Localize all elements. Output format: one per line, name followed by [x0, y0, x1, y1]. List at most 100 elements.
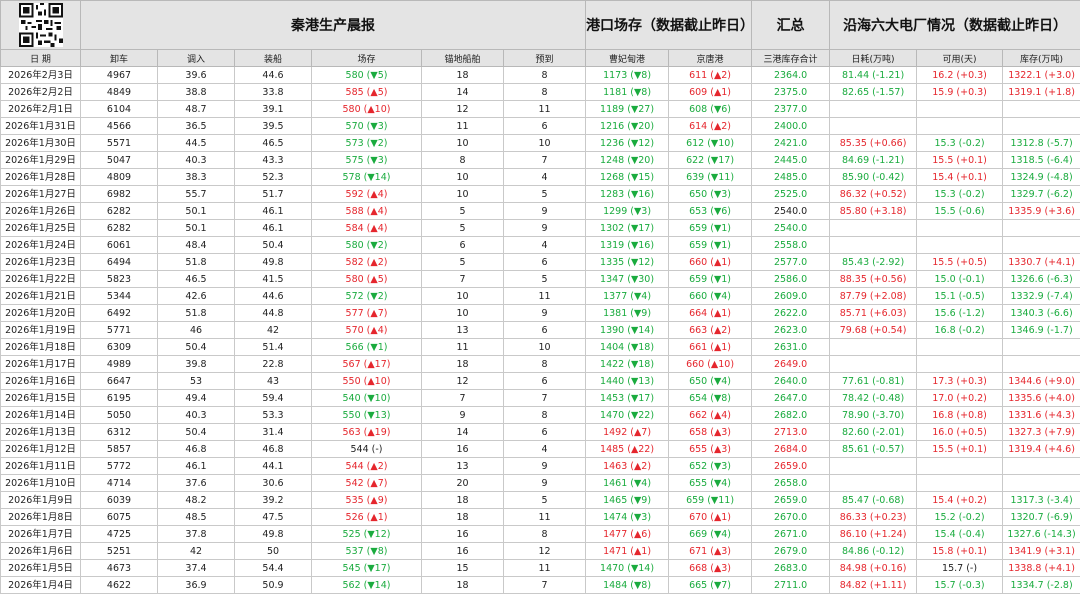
cell-daily-burn: 85.35 (+0.66)	[830, 135, 917, 152]
cell-expected: 4	[504, 441, 586, 458]
cell-expected: 9	[504, 220, 586, 237]
cell-daily-burn: 86.32 (+0.52)	[830, 186, 917, 203]
cell-available-days: 15.8 (+0.1)	[917, 543, 1003, 560]
cell-available-days: 17.3 (+0.3)	[917, 373, 1003, 390]
cell-available-days: 15.6 (-1.2)	[917, 305, 1003, 322]
table-row: 2026年1月24日606148.450.4580 (▼2)641319 (▼1…	[1, 237, 1080, 254]
cell-shipment: 52.3	[235, 169, 312, 186]
cell-jingtang: 653 (▼6)	[669, 203, 752, 220]
cell-shipment: 49.8	[235, 254, 312, 271]
cell-inventory: 1330.7 (+4.1)	[1003, 254, 1080, 271]
table-row: 2026年1月29日504740.343.3575 (▼3)871248 (▼2…	[1, 152, 1080, 169]
cell-shipment: 46.1	[235, 220, 312, 237]
cell-date: 2026年1月4日	[1, 577, 81, 594]
cell-inventory: 1331.6 (+4.3)	[1003, 407, 1080, 424]
cell-inflow: 44.5	[158, 135, 235, 152]
cell-unload: 4989	[81, 356, 158, 373]
cell-unload: 5823	[81, 271, 158, 288]
cell-anchorage: 16	[422, 526, 504, 543]
cell-caofeidian: 1484 (▼8)	[586, 577, 669, 594]
cell-available-days: 15.4 (+0.1)	[917, 169, 1003, 186]
cell-available-days: 15.4 (-0.4)	[917, 526, 1003, 543]
production-report-table: 秦港生产晨报 港口场存（数据截止昨日） 汇总 沿海六大电厂情况（数据截止昨日） …	[0, 0, 1080, 594]
cell-jingtang: 612 (▼10)	[669, 135, 752, 152]
cell-available-days	[917, 458, 1003, 475]
cell-available-days: 15.2 (-0.2)	[917, 509, 1003, 526]
col-header-date: 日 期	[1, 50, 81, 67]
cell-jingtang: 655 (▲3)	[669, 441, 752, 458]
cell-inventory: 1324.9 (-4.8)	[1003, 169, 1080, 186]
cell-daily-burn: 88.35 (+0.56)	[830, 271, 917, 288]
cell-date: 2026年1月10日	[1, 475, 81, 492]
cell-daily-burn: 85.90 (-0.42)	[830, 169, 917, 186]
cell-caofeidian: 1302 (▼17)	[586, 220, 669, 237]
cell-unload: 6075	[81, 509, 158, 526]
cell-stock: 535 (▲9)	[312, 492, 422, 509]
cell-inflow: 42.6	[158, 288, 235, 305]
cell-inventory: 1344.6 (+9.0)	[1003, 373, 1080, 390]
cell-daily-burn: 84.82 (+1.11)	[830, 577, 917, 594]
cell-date: 2026年1月23日	[1, 254, 81, 271]
cell-anchorage: 7	[422, 271, 504, 288]
cell-total-stock: 2364.0	[752, 67, 830, 84]
cell-jingtang: 659 (▼11)	[669, 492, 752, 509]
cell-date: 2026年1月6日	[1, 543, 81, 560]
cell-caofeidian: 1492 (▲7)	[586, 424, 669, 441]
table-row: 2026年1月25日628250.146.1584 (▲4)591302 (▼1…	[1, 220, 1080, 237]
cell-inflow: 46.8	[158, 441, 235, 458]
cell-caofeidian: 1299 (▼3)	[586, 203, 669, 220]
cell-expected: 5	[504, 186, 586, 203]
cell-unload: 6195	[81, 390, 158, 407]
cell-unload: 4967	[81, 67, 158, 84]
table-row: 2026年1月15日619549.459.4540 (▼10)771453 (▼…	[1, 390, 1080, 407]
cell-anchorage: 11	[422, 339, 504, 356]
cell-unload: 4849	[81, 84, 158, 101]
cell-shipment: 22.8	[235, 356, 312, 373]
cell-unload: 6647	[81, 373, 158, 390]
cell-stock: 588 (▲4)	[312, 203, 422, 220]
cell-shipment: 43.3	[235, 152, 312, 169]
cell-date: 2026年1月24日	[1, 237, 81, 254]
cell-anchorage: 5	[422, 220, 504, 237]
cell-caofeidian: 1319 (▼16)	[586, 237, 669, 254]
cell-expected: 9	[504, 203, 586, 220]
cell-date: 2026年1月20日	[1, 305, 81, 322]
cell-unload: 6282	[81, 220, 158, 237]
cell-caofeidian: 1453 (▼17)	[586, 390, 669, 407]
cell-inflow: 37.8	[158, 526, 235, 543]
cell-jingtang: 622 (▼17)	[669, 152, 752, 169]
cell-anchorage: 8	[422, 152, 504, 169]
table-row: 2026年1月5日467337.454.4545 (▼17)15111470 (…	[1, 560, 1080, 577]
table-row: 2026年1月12日585746.846.8544 (-)1641485 (▲2…	[1, 441, 1080, 458]
cell-jingtang: 663 (▲2)	[669, 322, 752, 339]
cell-caofeidian: 1173 (▼8)	[586, 67, 669, 84]
cell-anchorage: 9	[422, 407, 504, 424]
cell-date: 2026年1月26日	[1, 203, 81, 220]
cell-inflow: 40.3	[158, 152, 235, 169]
report-page: 秦港生产晨报 港口场存（数据截止昨日） 汇总 沿海六大电厂情况（数据截止昨日） …	[0, 0, 1080, 576]
cell-total-stock: 2713.0	[752, 424, 830, 441]
cell-total-stock: 2683.0	[752, 560, 830, 577]
cell-anchorage: 10	[422, 186, 504, 203]
title-row: 秦港生产晨报 港口场存（数据截止昨日） 汇总 沿海六大电厂情况（数据截止昨日）	[1, 1, 1080, 50]
cell-stock: 563 (▲19)	[312, 424, 422, 441]
cell-inventory: 1312.8 (-5.7)	[1003, 135, 1080, 152]
cell-caofeidian: 1461 (▼4)	[586, 475, 669, 492]
cell-date: 2026年1月28日	[1, 169, 81, 186]
cell-shipment: 43	[235, 373, 312, 390]
cell-inventory: 1319.4 (+4.6)	[1003, 441, 1080, 458]
cell-expected: 9	[504, 305, 586, 322]
cell-shipment: 51.4	[235, 339, 312, 356]
cell-caofeidian: 1347 (▼30)	[586, 271, 669, 288]
cell-caofeidian: 1485 (▲22)	[586, 441, 669, 458]
cell-available-days	[917, 237, 1003, 254]
table-row: 2026年1月10日471437.630.6542 (▲7)2091461 (▼…	[1, 475, 1080, 492]
cell-inventory: 1318.5 (-6.4)	[1003, 152, 1080, 169]
cell-stock: 544 (▲2)	[312, 458, 422, 475]
summary-title: 汇总	[752, 1, 830, 50]
cell-jingtang: 659 (▼1)	[669, 220, 752, 237]
cell-inventory: 1334.7 (-2.8)	[1003, 577, 1080, 594]
cell-shipment: 44.8	[235, 305, 312, 322]
cell-available-days: 15.4 (+0.2)	[917, 492, 1003, 509]
table-row: 2026年1月21日534442.644.6572 (▼2)10111377 (…	[1, 288, 1080, 305]
